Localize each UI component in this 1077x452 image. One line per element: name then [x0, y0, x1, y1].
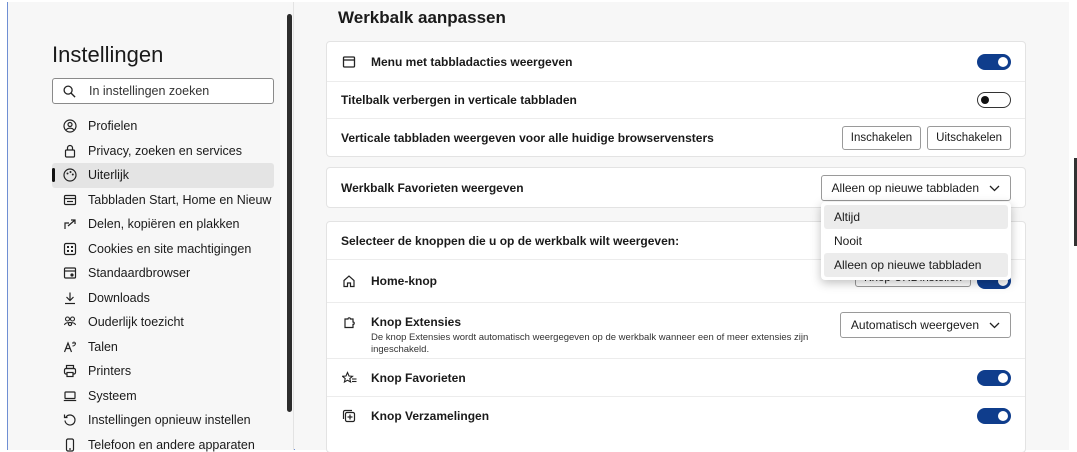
sidebar-item-ouderlijk[interactable]: Ouderlijk toezicht	[52, 310, 274, 335]
home-button-label: Home-knop	[371, 274, 437, 288]
sidebar-item-label: Tabbladen Start, Home en Nieuw	[88, 192, 272, 207]
language-icon	[62, 339, 78, 355]
reset-icon	[62, 412, 78, 428]
chevron-down-icon	[989, 181, 1000, 195]
family-icon	[62, 314, 78, 330]
favorites-button-toggle[interactable]	[977, 369, 1011, 386]
hide-titlebar-label: Titelbalk verbergen in verticale tabblad…	[341, 93, 577, 107]
sidebar-item-label: Instellingen opnieuw instellen	[88, 413, 251, 428]
sidebar-item-reset[interactable]: Instellingen opnieuw instellen	[52, 408, 274, 433]
sidebar-item-label: Cookies en site machtigingen	[88, 241, 252, 256]
sidebar-item-uiterlijk[interactable]: Uiterlijk	[52, 163, 274, 188]
sidebar-item-label: Downloads	[88, 290, 150, 305]
sidebar-item-label: Ouderlijk toezicht	[88, 315, 184, 330]
toolbar-card: Menu met tabbladacties weergeven Titelba…	[326, 41, 1026, 157]
system-icon	[62, 388, 78, 404]
vertical-tabs-label: Verticale tabbladen weergeven voor alle …	[341, 130, 714, 145]
tabs-icon	[62, 192, 78, 208]
cookies-icon	[62, 241, 78, 257]
sidebar-item-label: Printers	[88, 364, 132, 379]
favorites-icon	[341, 370, 357, 386]
dropdown-option-never[interactable]: Nooit	[824, 229, 1008, 253]
browser-icon	[62, 265, 78, 281]
collections-button-toggle[interactable]	[977, 408, 1011, 424]
sidebar-item-label: Telefoon en andere apparaten	[88, 437, 255, 452]
disable-button[interactable]: Uitschakelen	[927, 125, 1011, 150]
settings-sidebar: Instellingen Profielen Privacy, zoeken e…	[8, 2, 294, 452]
printer-icon	[62, 363, 78, 379]
home-icon	[341, 273, 357, 289]
sidebar-item-label: Uiterlijk	[88, 168, 129, 183]
vertical-tabs-row: Verticale tabbladen weergeven voor alle …	[327, 119, 1025, 156]
search-icon	[63, 84, 79, 98]
appearance-icon	[62, 167, 78, 183]
sidebar-item-label: Profielen	[88, 119, 138, 134]
favorites-button-label: Knop Favorieten	[371, 370, 466, 385]
extensions-value: Automatisch weergeven	[850, 318, 979, 332]
settings-main: Werkbalk aanpassen Menu met tabbladactie…	[295, 2, 1069, 452]
sidebar-item-talen[interactable]: Talen	[52, 335, 274, 360]
sidebar-item-printers[interactable]: Printers	[52, 359, 274, 384]
extensions-button-label: Knop Extensies	[371, 315, 462, 329]
settings-search[interactable]	[52, 78, 274, 104]
sidebar-item-profielen[interactable]: Profielen	[52, 114, 274, 139]
phone-icon	[62, 437, 78, 452]
sidebar-item-tabbladen[interactable]: Tabbladen Start, Home en Nieuw	[52, 188, 274, 213]
sidebar-item-delen[interactable]: Delen, kopiëren en plakken	[52, 212, 274, 237]
sidebar-item-cookies[interactable]: Cookies en site machtigingen	[52, 237, 274, 262]
sidebar-item-label: Privacy, zoeken en services	[88, 143, 242, 158]
extensions-description: De knop Extensies wordt automatisch weer…	[371, 332, 809, 355]
sidebar-item-label: Systeem	[88, 388, 137, 403]
favorites-bar-select[interactable]: Alleen op nieuwe tabbladen	[820, 174, 1011, 201]
tab-actions-icon	[341, 54, 357, 70]
sidebar-nav: Profielen Privacy, zoeken en services Ui…	[52, 114, 274, 452]
tab-actions-menu-toggle[interactable]	[977, 53, 1011, 70]
sidebar-item-systeem[interactable]: Systeem	[52, 384, 274, 409]
collections-button-row: Knop Verzamelingen	[327, 397, 1025, 435]
dropdown-option-new-tabs[interactable]: Alleen op nieuwe tabbladen	[824, 253, 1008, 277]
lock-icon	[62, 143, 78, 159]
download-icon	[62, 290, 78, 306]
tab-actions-menu-row: Menu met tabbladacties weergeven	[327, 42, 1025, 82]
favorites-bar-dropdown: Altijd Nooit Alleen op nieuwe tabbladen	[821, 202, 1011, 280]
sidebar-item-telefoon[interactable]: Telefoon en andere apparaten	[52, 433, 274, 452]
tab-actions-menu-label: Menu met tabbladacties weergeven	[371, 54, 573, 69]
favorites-bar-label: Werkbalk Favorieten weergeven	[341, 180, 524, 195]
section-title: Werkbalk aanpassen	[338, 8, 506, 27]
collections-icon	[341, 408, 357, 424]
sidebar-title: Instellingen	[52, 42, 164, 67]
dropdown-option-always[interactable]: Altijd	[824, 205, 1008, 229]
collections-button-label: Knop Verzamelingen	[371, 409, 490, 423]
sidebar-item-privacy[interactable]: Privacy, zoeken en services	[52, 139, 274, 164]
extensions-button-row: Knop Extensies De knop Extensies wordt a…	[327, 303, 1025, 359]
extensions-icon	[341, 315, 357, 331]
select-buttons-heading: Selecteer de knoppen die u op de werkbal…	[341, 233, 680, 248]
profile-icon	[62, 118, 78, 134]
enable-button[interactable]: Inschakelen	[841, 125, 922, 150]
sidebar-item-label: Standaardbrowser	[88, 266, 191, 281]
favorites-bar-value: Alleen op nieuwe tabbladen	[831, 180, 979, 195]
extensions-text: Knop Extensies De knop Extensies wordt a…	[371, 315, 831, 356]
share-icon	[62, 216, 78, 232]
search-input[interactable]	[89, 84, 259, 98]
sidebar-item-label: Delen, kopiëren en plakken	[88, 217, 240, 232]
hide-titlebar-row: Titelbalk verbergen in verticale tabblad…	[327, 82, 1025, 119]
hide-titlebar-toggle[interactable]	[977, 92, 1011, 108]
extensions-select[interactable]: Automatisch weergeven	[839, 312, 1011, 338]
sidebar-item-standaardbrowser[interactable]: Standaardbrowser	[52, 261, 274, 286]
chevron-down-icon	[989, 318, 1000, 332]
sidebar-item-label: Talen	[88, 339, 118, 354]
favorites-button-row: Knop Favorieten	[327, 359, 1025, 397]
sidebar-scrollbar[interactable]	[287, 14, 292, 412]
sidebar-item-downloads[interactable]: Downloads	[52, 286, 274, 311]
